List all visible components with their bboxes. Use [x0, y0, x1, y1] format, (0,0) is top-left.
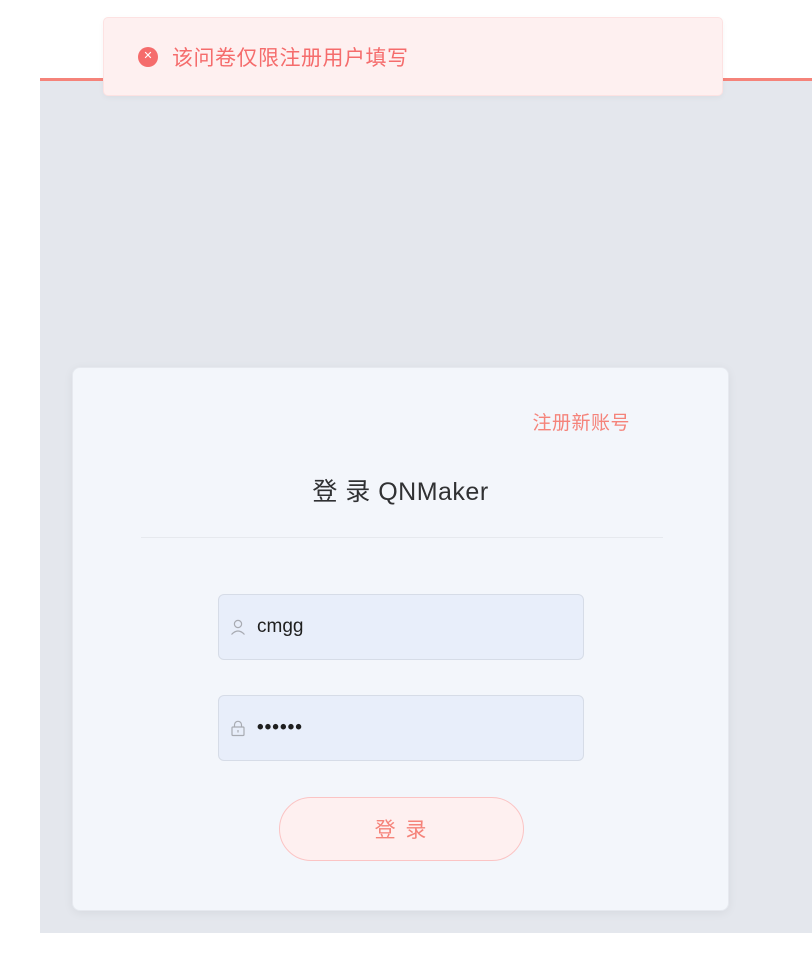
lock-icon: [229, 719, 247, 737]
username-input[interactable]: [257, 595, 583, 659]
password-input[interactable]: [257, 696, 583, 760]
login-button[interactable]: 登 录: [279, 797, 524, 861]
error-toast: ✕ 该问卷仅限注册用户填写: [103, 17, 723, 96]
title-divider: [141, 537, 663, 538]
password-field: [218, 695, 584, 761]
page: ✕ 该问卷仅限注册用户填写 注册新账号 登 录 QNMaker cmgg •••…: [0, 0, 812, 960]
error-circle-icon: ✕: [138, 46, 158, 67]
username-field: [218, 594, 584, 660]
register-link[interactable]: 注册新账号: [532, 408, 630, 435]
user-icon: [229, 618, 247, 636]
login-card: 注册新账号 登 录 QNMaker 登 录: [72, 367, 729, 911]
toast-message: 该问卷仅限注册用户填写: [172, 46, 409, 70]
login-title: 登 录 QNMaker: [312, 478, 489, 506]
